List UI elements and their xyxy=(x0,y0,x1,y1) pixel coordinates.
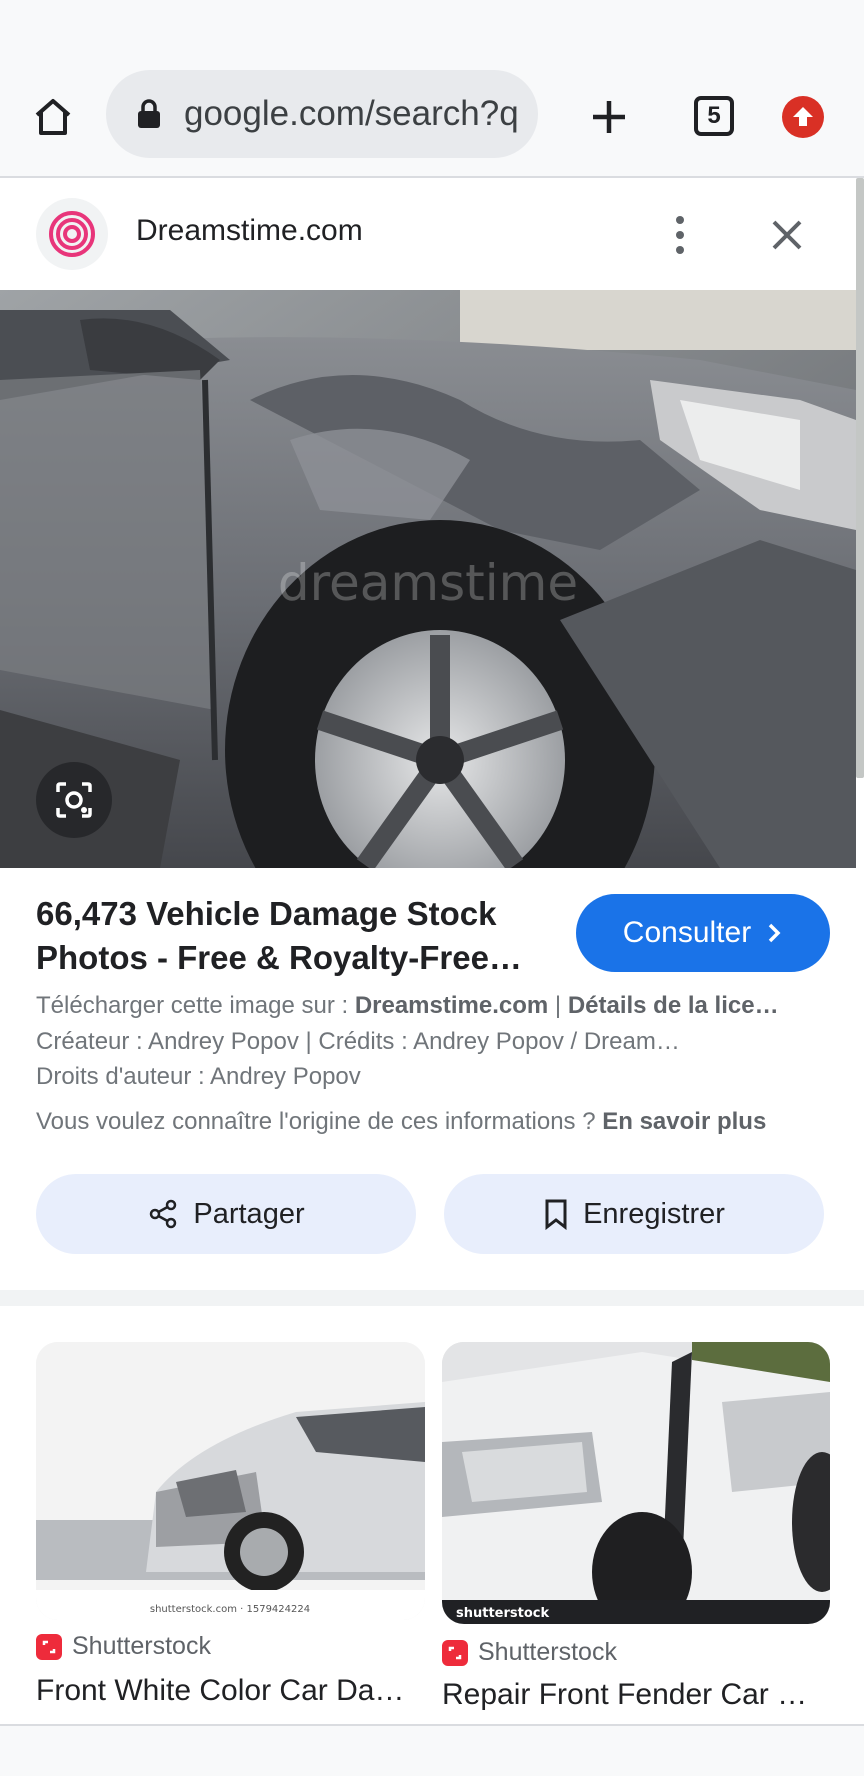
kebab-dot xyxy=(676,231,684,239)
scrollbar[interactable] xyxy=(856,178,864,778)
download-site-link[interactable]: Dreamstime.com xyxy=(355,992,548,1019)
image-watermark: dreamstime xyxy=(278,554,578,612)
download-prefix: Télécharger cette image sur : xyxy=(36,992,355,1019)
download-separator: | xyxy=(548,992,568,1019)
creator-line: Créateur : Andrey Popov | Crédits : Andr… xyxy=(36,1028,680,1055)
origin-question: Vous voulez connaître l'origine de ces i… xyxy=(36,1108,603,1135)
share-label: Partager xyxy=(193,1197,305,1230)
consult-button[interactable]: Consulter xyxy=(576,894,830,972)
more-options-button[interactable] xyxy=(662,210,698,260)
site-favicon xyxy=(36,198,108,270)
related-source-name: Shutterstock xyxy=(72,1632,211,1660)
update-button[interactable] xyxy=(782,96,824,138)
home-icon xyxy=(35,99,71,135)
learn-more-link[interactable]: En savoir plus xyxy=(602,1108,766,1135)
main-image[interactable]: dreamstime xyxy=(0,290,856,868)
section-divider xyxy=(0,1290,864,1306)
related-title-2[interactable]: Repair Front Fender Car … xyxy=(442,1678,822,1712)
dreamstime-logo-icon xyxy=(49,211,95,257)
related-title-1[interactable]: Front White Color Car Da… xyxy=(36,1674,405,1708)
address-bar[interactable]: google.com/search?q xyxy=(106,70,538,158)
lens-search-button[interactable] xyxy=(36,762,112,838)
shutterstock-icon xyxy=(36,1633,62,1660)
thumb-watermark: shutterstock xyxy=(456,1606,549,1621)
copyright-line: Droits d'auteur : Andrey Popov xyxy=(36,1063,361,1090)
bottom-area xyxy=(0,1726,864,1776)
update-icon xyxy=(793,107,813,126)
status-bar xyxy=(0,0,864,60)
result-title[interactable]: 66,473 Vehicle Damage Stock Photos - Fre… xyxy=(36,892,556,980)
kebab-dot xyxy=(676,246,684,254)
plus-icon xyxy=(593,101,625,133)
site-name[interactable]: Dreamstime.com xyxy=(136,214,363,248)
origin-info-line: Vous voulez connaître l'origine de ces i… xyxy=(36,1108,828,1136)
download-line: Télécharger cette image sur : Dreamstime… xyxy=(36,992,828,1020)
browser-toolbar: google.com/search?q 5 xyxy=(0,60,864,178)
save-button[interactable]: Enregistrer xyxy=(444,1174,824,1254)
license-details-link[interactable]: Détails de la lice… xyxy=(568,992,779,1019)
tab-count: 5 xyxy=(707,102,721,129)
save-label: Enregistrer xyxy=(583,1197,725,1230)
close-icon[interactable] xyxy=(762,210,812,260)
bookmark-icon xyxy=(545,1199,567,1230)
new-tab-button[interactable] xyxy=(584,92,634,142)
home-button[interactable] xyxy=(28,92,78,142)
tab-switcher-button[interactable]: 5 xyxy=(694,96,734,136)
related-source-2: Shutterstock xyxy=(442,1638,617,1667)
thumb-watermark: shutterstock.com · 1579424224 xyxy=(150,1604,310,1615)
lens-icon xyxy=(56,782,92,818)
consult-label: Consulter xyxy=(622,916,752,949)
kebab-dot xyxy=(676,216,684,224)
related-source-1: Shutterstock xyxy=(36,1632,211,1661)
lock-icon xyxy=(138,99,160,128)
related-image-1[interactable]: shutterstock.com · 1579424224 xyxy=(36,1342,425,1620)
share-button[interactable]: Partager xyxy=(36,1174,416,1254)
white-car-photo: shutterstock.com · 1579424224 xyxy=(36,1342,425,1620)
related-source-name: Shutterstock xyxy=(478,1638,617,1666)
chevron-right-icon xyxy=(768,923,781,943)
image-panel-header: Dreamstime.com xyxy=(0,180,856,290)
white-car-fender-photo: shutterstock xyxy=(442,1342,830,1624)
damaged-car-photo: dreamstime xyxy=(0,290,856,868)
share-icon xyxy=(150,1199,177,1229)
related-image-2[interactable]: shutterstock xyxy=(442,1342,830,1624)
url-text: google.com/search?q xyxy=(184,94,519,133)
shutterstock-icon xyxy=(442,1639,468,1666)
